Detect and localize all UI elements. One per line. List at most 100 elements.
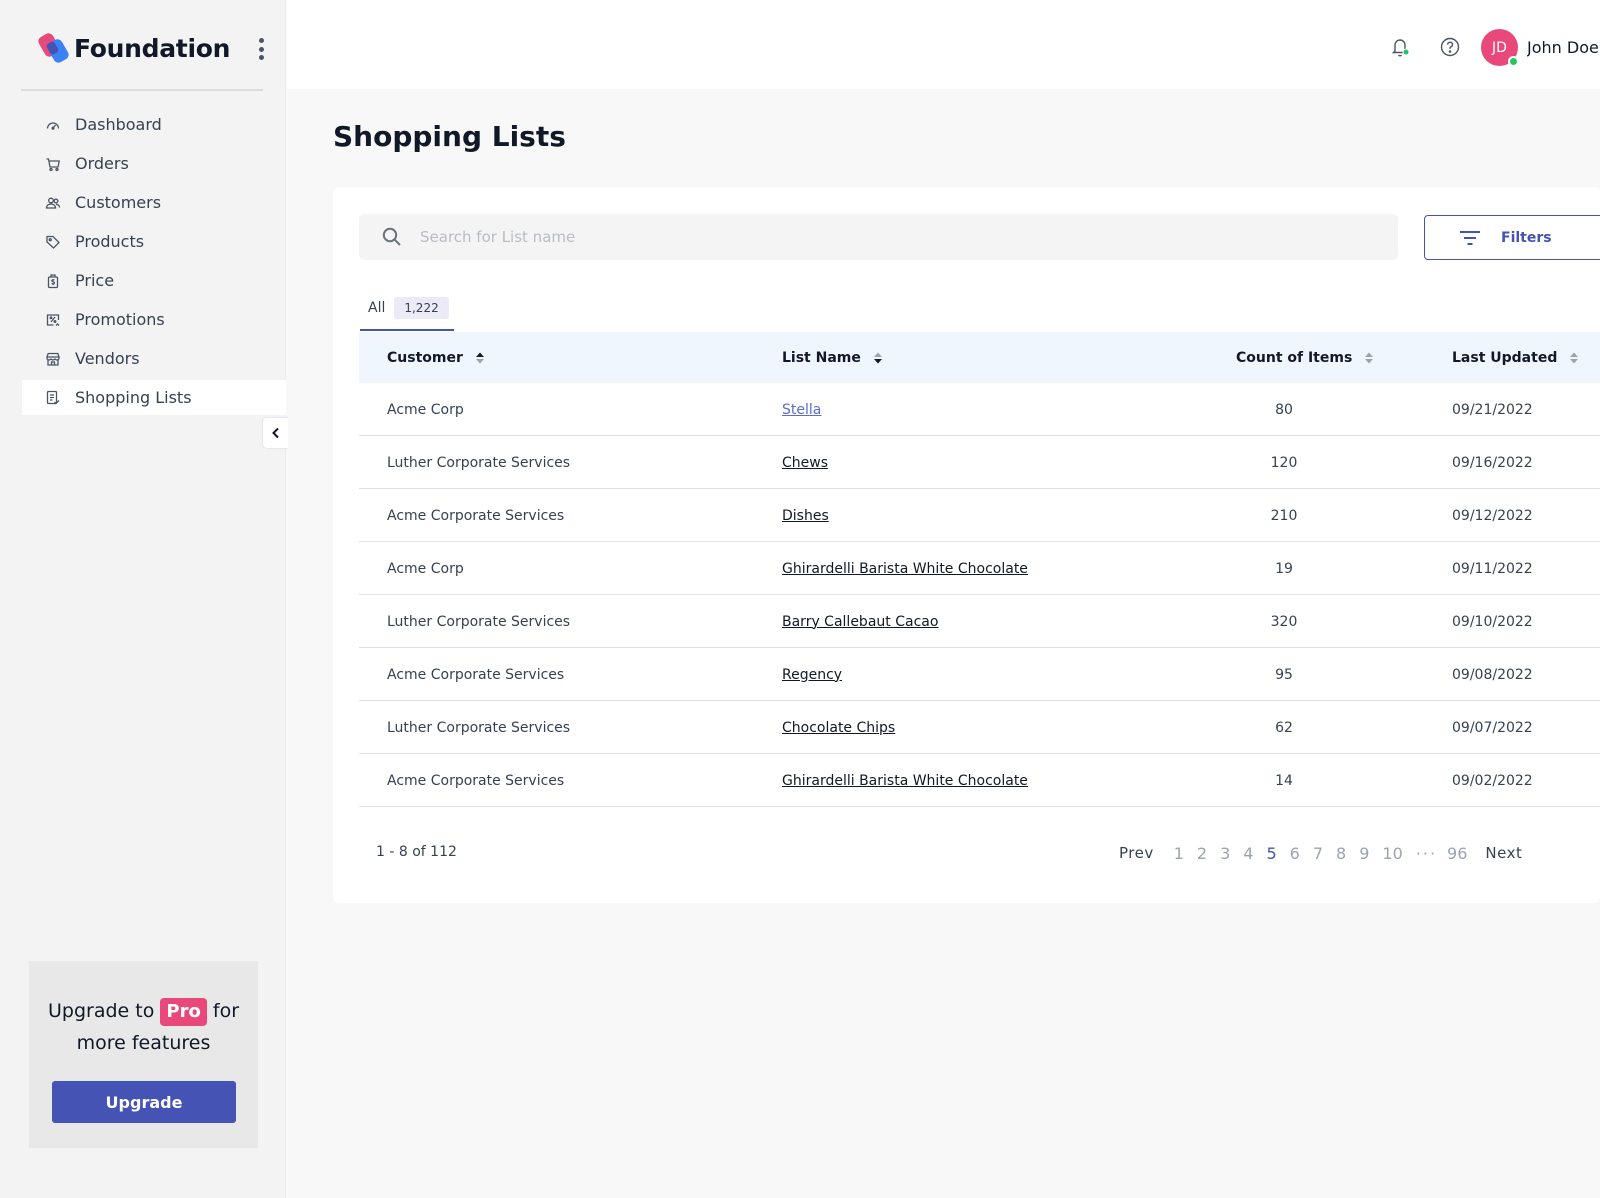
list-name-link[interactable]: Chocolate Chips — [782, 720, 895, 736]
sidebar-item-label: Orders — [75, 154, 129, 173]
sort-icon — [1365, 352, 1374, 363]
search-input[interactable] — [420, 228, 1320, 246]
pagination-page-10[interactable]: 10 — [1382, 844, 1402, 863]
list-name-link[interactable]: Ghirardelli Barista White Chocolate — [782, 773, 1028, 789]
more-options-icon[interactable] — [251, 36, 271, 62]
pagination-page-3[interactable]: 3 — [1220, 844, 1230, 863]
upgrade-card: Upgrade to Pro for more features Upgrade — [29, 961, 258, 1148]
pagination-page-4[interactable]: 4 — [1243, 844, 1253, 863]
users-icon — [45, 195, 61, 211]
sidebar-item-customers[interactable]: Customers — [22, 185, 286, 220]
table-row[interactable]: Acme Corporate Services Regency 95 09/08… — [359, 648, 1600, 701]
last-updated-cell: 09/11/2022 — [1452, 560, 1533, 577]
list-name-link[interactable]: Chews — [782, 455, 828, 471]
pagination-range: 1 - 8 of 112 — [376, 844, 457, 860]
dashboard-icon — [45, 117, 61, 133]
tab-all[interactable]: All 1,222 — [360, 287, 454, 331]
notifications-bell-icon[interactable] — [1390, 34, 1412, 60]
count-cell: 62 — [1275, 719, 1293, 736]
sidebar-item-label: Promotions — [75, 310, 165, 329]
pagination-page-last[interactable]: 96 — [1447, 844, 1467, 863]
pagination-page-8[interactable]: 8 — [1336, 844, 1346, 863]
pro-badge: Pro — [160, 998, 207, 1026]
table-row[interactable]: Acme Corp Stella 80 09/21/2022 — [359, 383, 1600, 436]
sidebar-item-products[interactable]: Products — [22, 224, 286, 259]
sidebar: Foundation Dashboard Orders Customers Pr… — [0, 0, 288, 1198]
sidebar-item-dashboard[interactable]: Dashboard — [22, 107, 286, 142]
count-cell: 14 — [1275, 772, 1293, 789]
pagination-page-6[interactable]: 6 — [1290, 844, 1300, 863]
sort-icon — [475, 352, 484, 363]
last-updated-cell: 09/02/2022 — [1452, 772, 1533, 789]
customer-cell: Acme Corporate Services — [387, 507, 565, 524]
customer-cell: Acme Corp — [387, 401, 464, 418]
column-header-count-of-items[interactable]: Count of Items — [1236, 332, 1374, 383]
count-cell: 320 — [1270, 613, 1298, 630]
last-updated-cell: 09/16/2022 — [1452, 454, 1533, 471]
last-updated-cell: 09/12/2022 — [1452, 507, 1533, 524]
pagination-page-9[interactable]: 9 — [1359, 844, 1369, 863]
sidebar-item-vendors[interactable]: Vendors — [22, 341, 286, 376]
pagination-next-button[interactable]: Next — [1485, 844, 1522, 862]
discount-icon — [45, 312, 61, 328]
table-row[interactable]: Acme Corporate Services Dishes 210 09/12… — [359, 489, 1600, 542]
filters-button[interactable]: Filters — [1424, 215, 1600, 260]
pagination-ellipsis: ··· — [1415, 843, 1438, 863]
sidebar-nav: Dashboard Orders Customers Products Pric… — [22, 107, 286, 419]
sidebar-item-price[interactable]: Price — [22, 263, 286, 298]
customer-cell: Luther Corporate Services — [387, 454, 571, 471]
column-header-label: List Name — [782, 349, 861, 366]
sidebar-item-label: Dashboard — [75, 115, 162, 134]
last-updated-cell: 09/08/2022 — [1452, 666, 1533, 683]
app-name: Foundation — [74, 33, 231, 63]
help-icon[interactable] — [1439, 36, 1461, 58]
list-name-cell: Chocolate Chips — [782, 701, 895, 754]
pagination-page-5-current[interactable]: 5 — [1266, 844, 1276, 863]
customer-cell: Luther Corporate Services — [387, 719, 571, 736]
price-icon — [45, 273, 61, 289]
pagination-prev-button[interactable]: Prev — [1119, 844, 1154, 862]
customer-cell: Luther Corporate Services — [387, 613, 571, 630]
pagination-page-1[interactable]: 1 — [1174, 844, 1184, 863]
list-name-link[interactable]: Ghirardelli Barista White Chocolate — [782, 561, 1028, 577]
foundation-logo-icon — [38, 32, 70, 64]
column-header-last-updated[interactable]: Last Updated — [1452, 332, 1579, 383]
upgrade-button[interactable]: Upgrade — [52, 1081, 236, 1123]
last-updated-cell: 09/10/2022 — [1452, 613, 1533, 630]
table-row[interactable]: Luther Corporate Services Barry Callebau… — [359, 595, 1600, 648]
sidebar-item-label: Products — [75, 232, 145, 251]
column-header-list-name[interactable]: List Name — [782, 332, 883, 383]
brand-logo[interactable]: Foundation — [38, 28, 270, 68]
list-name-link[interactable]: Dishes — [782, 508, 829, 524]
list-name-link[interactable]: Stella — [782, 402, 821, 418]
tab-count-badge: 1,222 — [394, 297, 449, 319]
list-name-link[interactable]: Barry Callebaut Cacao — [782, 614, 938, 630]
pagination-page-7[interactable]: 7 — [1313, 844, 1323, 863]
shopping-lists-table: Customer List Name Count of Items Last U… — [359, 332, 1600, 807]
column-header-customer[interactable]: Customer — [387, 332, 485, 383]
sidebar-item-shopping-lists[interactable]: Shopping Lists — [22, 380, 286, 415]
sidebar-item-label: Price — [75, 271, 115, 290]
sort-icon — [873, 352, 882, 363]
collapse-sidebar-button[interactable] — [262, 417, 288, 449]
table-row[interactable]: Luther Corporate Services Chews 120 09/1… — [359, 436, 1600, 489]
pagination-page-2[interactable]: 2 — [1197, 844, 1207, 863]
sidebar-item-orders[interactable]: Orders — [22, 146, 286, 181]
list-name-link[interactable]: Regency — [782, 667, 842, 683]
upgrade-text: Upgrade to Pro for more features — [29, 995, 258, 1059]
column-header-label: Customer — [387, 349, 463, 366]
customer-cell: Acme Corporate Services — [387, 666, 565, 683]
table-row[interactable]: Acme Corporate Services Ghirardelli Bari… — [359, 754, 1600, 807]
tag-icon — [45, 234, 61, 250]
shopping-lists-card: Filters All 1,222 Customer List Name Cou… — [333, 187, 1600, 903]
table-row[interactable]: Luther Corporate Services Chocolate Chip… — [359, 701, 1600, 754]
user-name[interactable]: John Doe — [1527, 38, 1600, 57]
count-cell: 95 — [1275, 666, 1293, 683]
upgrade-text-line2: more features — [76, 1032, 211, 1054]
tab-label: All — [368, 300, 386, 316]
upgrade-text-before: Upgrade to — [47, 1000, 155, 1022]
sort-icon — [1570, 352, 1579, 363]
column-header-label: Count of Items — [1236, 349, 1353, 366]
sidebar-item-promotions[interactable]: Promotions — [22, 302, 286, 337]
table-row[interactable]: Acme Corp Ghirardelli Barista White Choc… — [359, 542, 1600, 595]
